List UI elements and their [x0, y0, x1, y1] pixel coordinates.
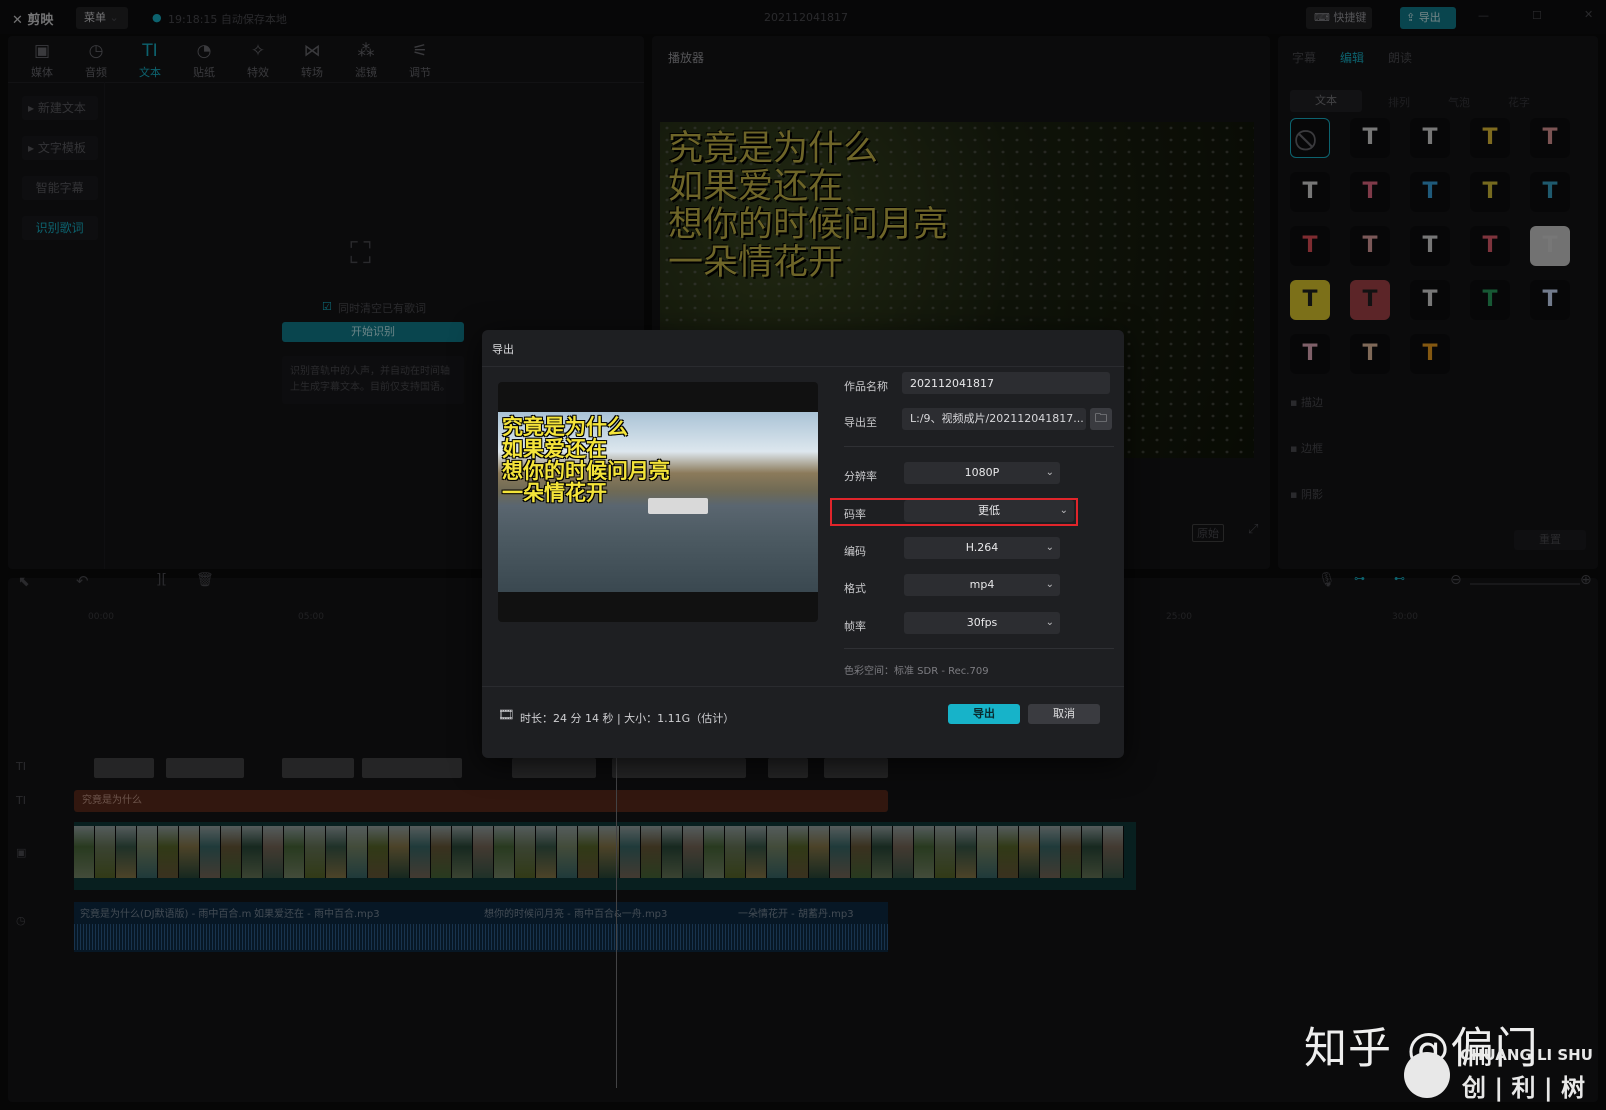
export-preview: 究竟是为什么 如果爱还在 想你的时候问月亮 一朵情花开: [498, 382, 818, 622]
brand-en: CHUANG LI SHU: [1460, 1046, 1593, 1064]
export-dialog: 导出 究竟是为什么 如果爱还在 想你的时候问月亮 一朵情花开 作品名称 导出至 …: [482, 330, 1124, 758]
codec-select[interactable]: H.264 ⌄: [904, 537, 1060, 559]
boat-shape: [648, 498, 708, 514]
framerate-select[interactable]: 30fps ⌄: [904, 612, 1060, 634]
folder-icon[interactable]: 🗀: [1090, 408, 1112, 430]
path-label: 导出至: [844, 416, 877, 429]
divider: [482, 366, 1124, 367]
brand-cn: 创 | 利 | 树: [1462, 1074, 1585, 1102]
divider: [844, 446, 1114, 447]
resolution-select[interactable]: 1080P ⌄: [904, 462, 1060, 484]
divider: [482, 686, 1124, 687]
format-label: 格式: [844, 582, 866, 595]
framerate-label: 帧率: [844, 620, 866, 633]
preview-frame: 究竟是为什么 如果爱还在 想你的时候问月亮 一朵情花开: [498, 412, 818, 592]
preview-caption: 想你的时候问月亮: [502, 459, 670, 483]
export-button[interactable]: 导出: [948, 704, 1020, 724]
chevron-down-icon: ⌄: [1045, 617, 1054, 628]
chevron-down-icon: ⌄: [1045, 467, 1054, 478]
bitrate-label: 码率: [844, 508, 866, 521]
brand-logo: [1404, 1052, 1450, 1098]
export-info: 时长：24 分 14 秒 | 大小：1.11G（估计）: [520, 712, 735, 725]
film-icon: 🎞: [498, 708, 515, 723]
path-input[interactable]: L:/9、视频成片/202112041817...: [902, 408, 1086, 430]
format-select[interactable]: mp4 ⌄: [904, 574, 1060, 596]
chevron-down-icon: ⌄: [1059, 505, 1068, 516]
resolution-label: 分辨率: [844, 470, 877, 483]
preview-caption: 如果爱还在: [502, 437, 607, 461]
color-space-text: 色彩空间：标准 SDR - Rec.709: [844, 666, 989, 677]
codec-label: 编码: [844, 545, 866, 558]
preview-caption: 一朵情花开: [502, 481, 607, 505]
preview-caption: 究竟是为什么: [502, 415, 628, 439]
divider: [844, 648, 1114, 649]
cancel-button[interactable]: 取消: [1028, 704, 1100, 724]
name-input[interactable]: [902, 372, 1110, 394]
chevron-down-icon: ⌄: [1045, 579, 1054, 590]
dialog-title: 导出: [492, 343, 514, 356]
name-label: 作品名称: [844, 380, 888, 393]
chevron-down-icon: ⌄: [1045, 542, 1054, 553]
bitrate-select[interactable]: 更低 ⌄: [904, 500, 1074, 522]
